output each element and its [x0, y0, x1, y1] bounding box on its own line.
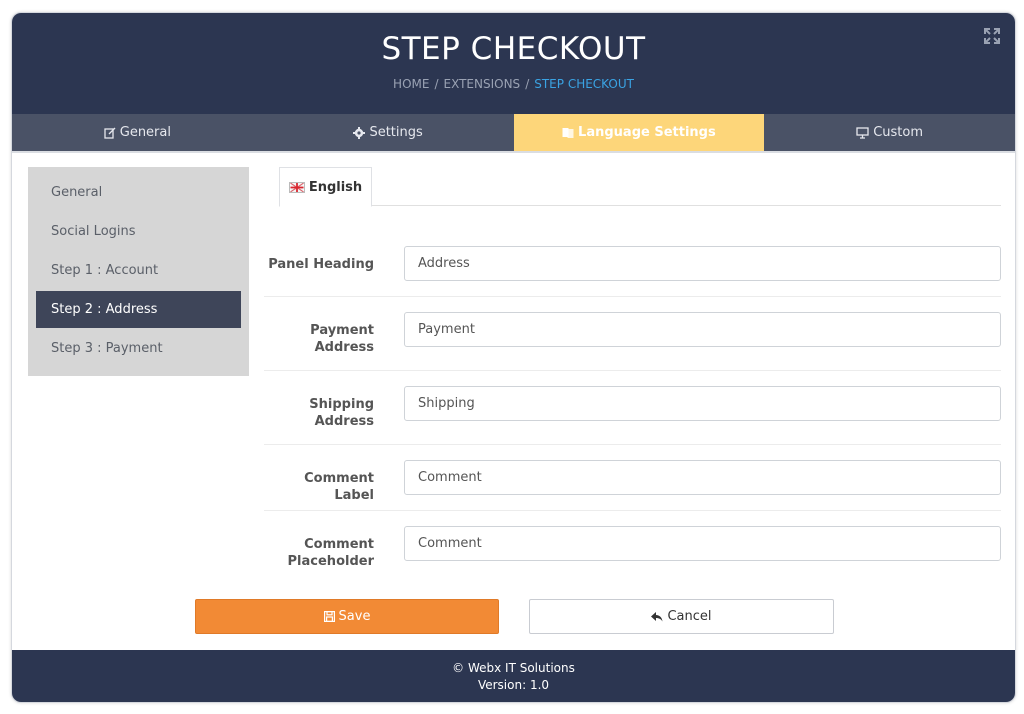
gear-icon — [353, 126, 366, 139]
tab-english[interactable]: English — [279, 167, 372, 207]
comment-label-label: Comment Label — [304, 471, 374, 503]
tab-language-settings[interactable]: Language Settings — [513, 114, 765, 151]
tab-label: Custom — [873, 125, 924, 140]
breadcrumb-extensions[interactable]: EXTENSIONS — [444, 77, 521, 91]
comment-placeholder-input[interactable] — [404, 526, 1001, 561]
breadcrumb: HOME / EXTENSIONS / STEP CHECKOUT — [12, 77, 1015, 91]
reply-arrow-icon — [651, 611, 663, 622]
sidebar-item-general[interactable]: General — [36, 174, 241, 211]
cancel-button-label: Cancel — [667, 609, 712, 624]
tab-label: Language Settings — [578, 125, 716, 140]
sidebar-item-step-2-address[interactable]: Step 2 : Address — [36, 291, 241, 328]
save-button[interactable]: Save — [195, 599, 499, 634]
breadcrumb-home[interactable]: HOME — [393, 77, 429, 91]
form-row-panel-heading: Panel Heading — [264, 231, 1001, 297]
floppy-disk-icon — [323, 611, 335, 622]
page-title: STEP CHECKOUT — [381, 31, 646, 67]
breadcrumb-current: STEP CHECKOUT — [534, 77, 634, 91]
tab-settings[interactable]: Settings — [263, 114, 514, 151]
tab-label: General — [119, 125, 171, 140]
footer-copyright: © Webx IT Solutions — [452, 661, 575, 675]
tab-divider — [12, 151, 1015, 153]
footer-version: Version: 1.0 — [477, 678, 550, 692]
save-button-label: Save — [338, 609, 371, 624]
language-tab-bar: English — [279, 167, 1001, 207]
uk-flag-icon — [288, 181, 305, 193]
shipping-address-label: Shipping Address — [309, 397, 374, 429]
sidebar: General Social Logins Step 1 : Account S… — [28, 167, 249, 376]
tab-general[interactable]: General — [12, 114, 263, 151]
language-settings-form: Panel Heading Payment Address Shipping A… — [264, 231, 1001, 579]
tab-custom[interactable]: Custom — [764, 114, 1015, 151]
comment-label-input[interactable] — [404, 460, 1001, 495]
page-footer: © Webx IT Solutions Version: 1.0 — [12, 650, 1015, 702]
shipping-address-input[interactable] — [404, 386, 1001, 421]
tab-label: Settings — [369, 125, 423, 140]
monitor-icon — [856, 126, 869, 139]
sidebar-item-step-1-account[interactable]: Step 1 : Account — [36, 252, 241, 289]
main-tab-bar: General Settings Language Settings Custo… — [12, 114, 1015, 151]
form-row-comment-placeholder: Comment Placeholder — [264, 511, 1001, 579]
form-row-shipping-address: Shipping Address — [264, 371, 1001, 445]
page-header: STEP CHECKOUT HOME / EXTENSIONS / STEP CHECK… — [12, 13, 1015, 114]
breadcrumb-separator: / — [434, 77, 439, 91]
breadcrumb-separator: / — [525, 77, 530, 91]
sidebar-item-social-logins[interactable]: Social Logins — [36, 213, 241, 250]
panel-heading-label: Panel Heading — [268, 257, 374, 272]
expand-icon[interactable] — [983, 27, 1001, 45]
payment-address-label: Payment Address — [310, 323, 374, 355]
extension-window: STEP CHECKOUT HOME / EXTENSIONS / STEP CHECK… — [11, 12, 1016, 703]
payment-address-input[interactable] — [404, 312, 1001, 347]
panel-heading-input[interactable] — [404, 246, 1001, 281]
cancel-button[interactable]: Cancel — [529, 599, 834, 634]
form-row-comment-label: Comment Label — [264, 445, 1001, 511]
language-tab-label: English — [308, 179, 363, 195]
sidebar-item-step-3-payment[interactable]: Step 3 : Payment — [36, 330, 241, 367]
edit-icon — [104, 127, 116, 139]
form-row-payment-address: Payment Address — [264, 297, 1001, 371]
language-icon — [562, 127, 574, 139]
comment-placeholder-label: Comment Placeholder — [287, 537, 374, 569]
